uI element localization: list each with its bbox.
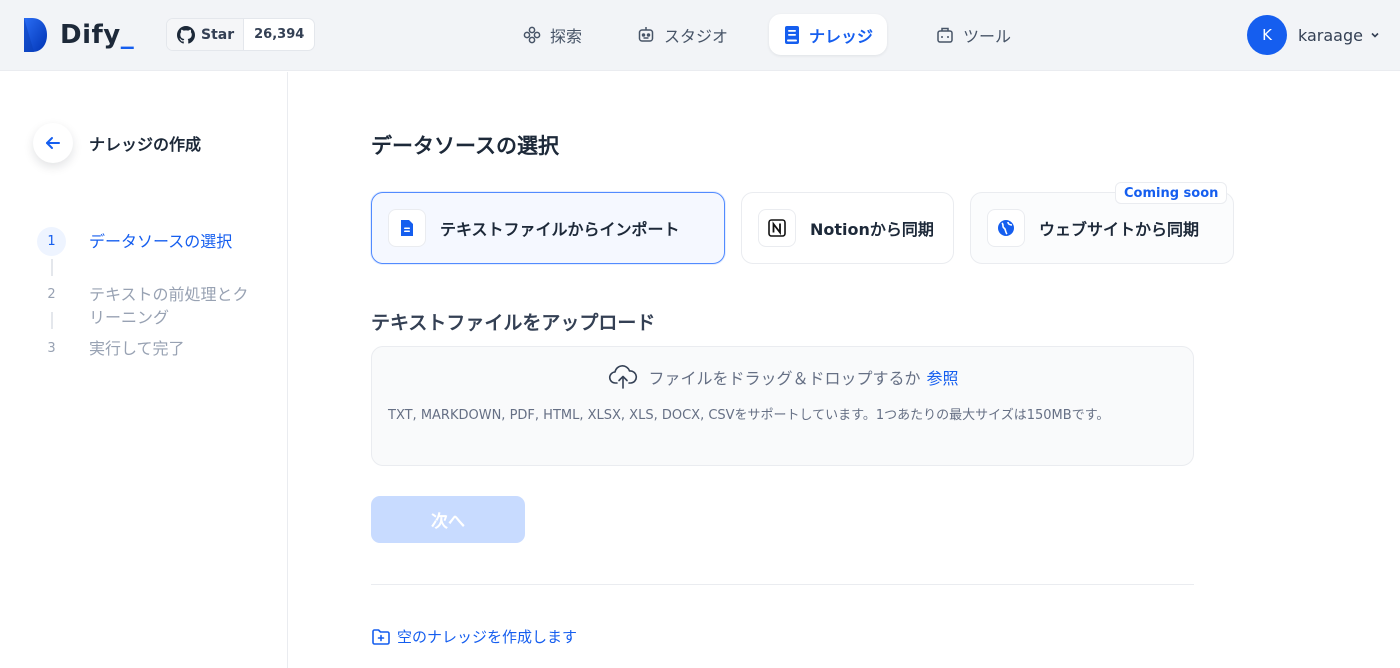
top-header: Dify_ Star 26,394 探索 スタジオ ナレッジ ツール K kar…	[0, 0, 1400, 71]
step-label: データソースの選択	[89, 232, 233, 251]
notion-icon	[758, 209, 796, 247]
back-button[interactable]	[33, 123, 73, 163]
supported-formats-tip: TXT, MARKDOWN, PDF, HTML, XLSX, XLS, DOC…	[388, 408, 1110, 423]
upload-title: テキストファイルをアップロード	[371, 312, 656, 334]
source-label: Notionから同期	[810, 220, 934, 239]
step-3: 3 実行して完了	[37, 334, 264, 363]
coming-soon-badge: Coming soon	[1115, 182, 1228, 204]
step-number: 3	[47, 341, 56, 356]
create-empty-knowledge-link[interactable]: 空のナレッジを作成します	[371, 626, 577, 647]
github-icon	[177, 25, 195, 44]
step-connector	[51, 259, 53, 276]
book-icon	[783, 25, 801, 45]
source-label: テキストファイルからインポート	[440, 220, 680, 239]
dify-logo[interactable]: Dify_	[22, 16, 134, 54]
step-label: テキストの前処理とクリーニング	[89, 285, 249, 327]
source-option-text-file[interactable]: テキストファイルからインポート	[371, 192, 725, 264]
source-label: ウェブサイトから同期	[1039, 220, 1200, 239]
nav-studio[interactable]: スタジオ	[622, 14, 742, 55]
arrow-left-icon	[46, 137, 60, 149]
nav-knowledge[interactable]: ナレッジ	[769, 14, 888, 55]
section-title: データソースの選択	[371, 134, 559, 158]
chevron-down-icon[interactable]	[1369, 26, 1381, 45]
step-number: 1	[37, 227, 66, 256]
step-label: 実行して完了	[89, 339, 185, 358]
avatar[interactable]: K	[1247, 15, 1287, 55]
file-icon	[388, 209, 426, 247]
folder-plus-icon	[372, 628, 390, 645]
step-number: 2	[47, 287, 56, 302]
divider	[371, 584, 1194, 585]
step-2: 2 テキストの前処理とクリーニング	[37, 280, 264, 329]
source-option-notion[interactable]: Notionから同期	[741, 192, 954, 264]
step-1: 1 データソースの選択	[37, 227, 264, 256]
steps-sidebar: ナレッジの作成 1 データソースの選択 2 テキストの前処理とクリーニング 3 …	[0, 72, 288, 668]
browse-link[interactable]: 参照	[927, 365, 959, 389]
robot-icon	[636, 25, 656, 45]
github-star-button[interactable]: Star	[167, 19, 245, 50]
github-star-widget[interactable]: Star 26,394	[166, 18, 316, 51]
brand-name: Dify_	[60, 20, 135, 50]
sidebar-title: ナレッジの作成	[89, 135, 202, 154]
main-content: データソースの選択 テキストファイルからインポート Notionから同期 ウェブ…	[289, 72, 1400, 668]
toolbox-icon	[935, 25, 955, 45]
nav-tools[interactable]: ツール	[921, 14, 1025, 55]
explore-icon	[522, 25, 542, 45]
user-name[interactable]: karaage	[1298, 26, 1363, 45]
next-button[interactable]: 次へ	[371, 496, 525, 543]
step-connector	[51, 312, 53, 329]
globe-icon	[987, 209, 1025, 247]
user-menu[interactable]: K karaage	[1247, 15, 1381, 55]
github-star-count[interactable]: 26,394	[244, 19, 314, 50]
dify-logo-icon	[22, 17, 48, 53]
dropzone-prompt: ファイルをドラッグ＆ドロップするか 参照	[372, 364, 1195, 390]
file-dropzone[interactable]: ファイルをドラッグ＆ドロップするか 参照 TXT, MARKDOWN, PDF,…	[371, 346, 1194, 466]
cloud-upload-icon	[609, 365, 638, 389]
nav-explore[interactable]: 探索	[508, 14, 596, 55]
